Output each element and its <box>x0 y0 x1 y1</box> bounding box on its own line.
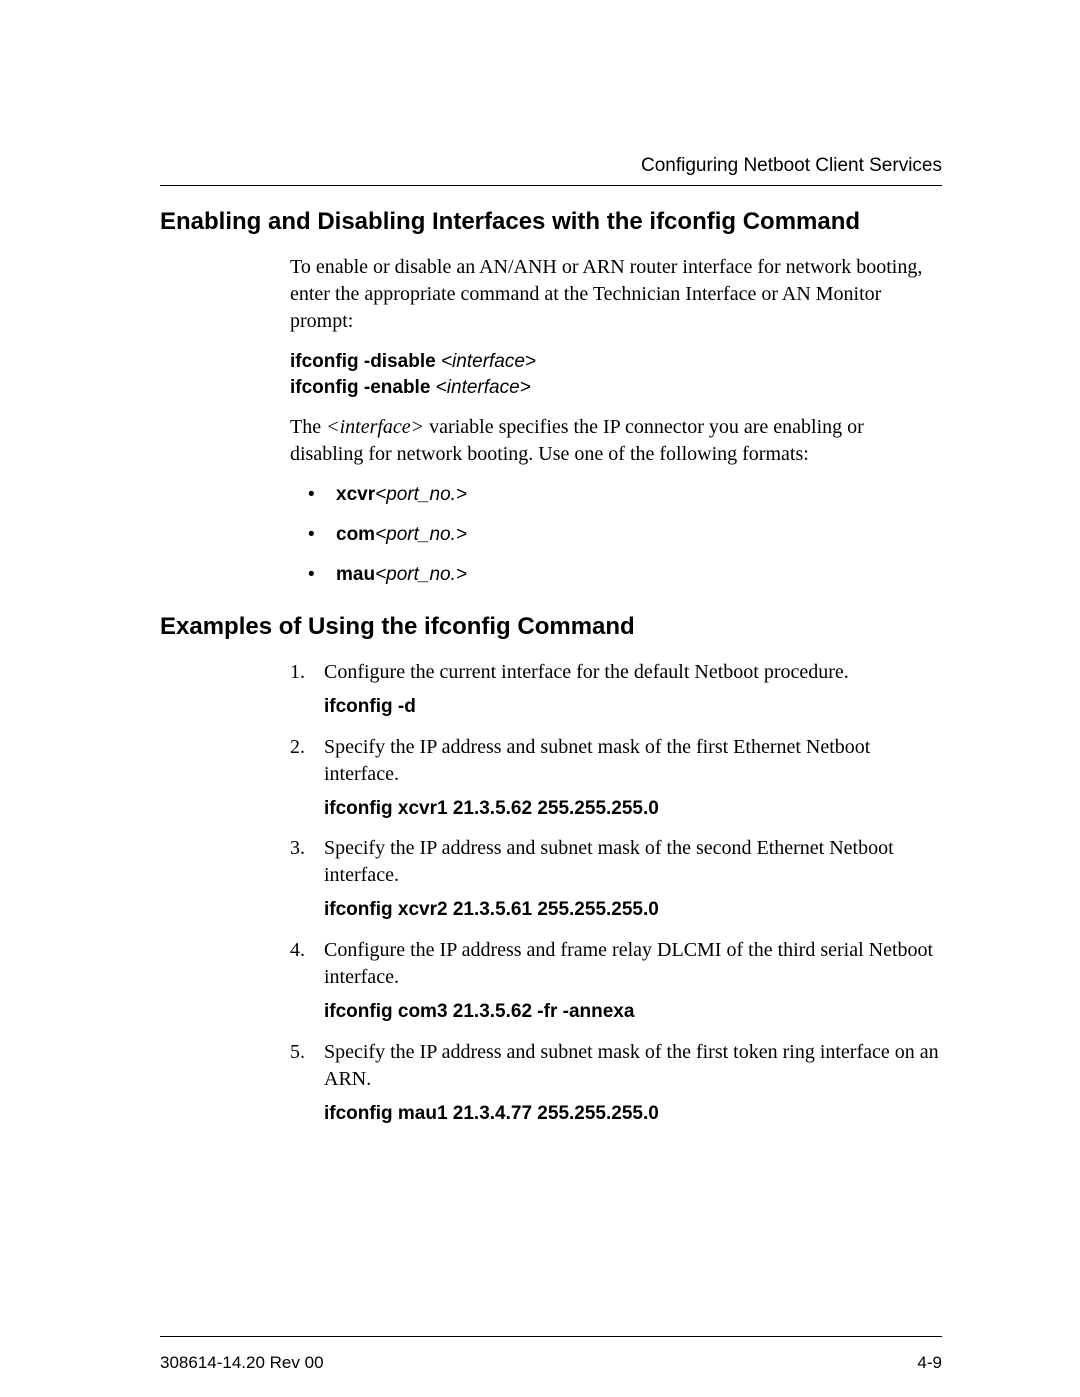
example-item: Configure the IP address and frame relay… <box>290 937 942 1025</box>
if-name: com <box>336 524 375 545</box>
explain-var: <interface> <box>326 416 424 438</box>
running-header: Configuring Netboot Client Services <box>160 155 942 177</box>
example-text: Configure the current interface for the … <box>324 659 942 686</box>
example-item: Specify the IP address and subnet mask o… <box>290 734 942 822</box>
cmd-enable-arg: <interface> <box>430 377 530 398</box>
list-item: com<port_no.> <box>290 522 942 548</box>
interface-explanation: The <interface> variable specifies the I… <box>290 414 942 468</box>
example-command: ifconfig xcvr1 21.3.5.62 255.255.255.0 <box>324 796 942 822</box>
interface-format-list: xcvr<port_no.> com<port_no.> mau<port_no… <box>290 482 942 587</box>
footer-doc-id: 308614-14.20 Rev 00 <box>160 1353 324 1373</box>
footer-page-number: 4-9 <box>917 1353 942 1373</box>
command-line-enable: ifconfig -enable <interface> <box>290 375 942 401</box>
example-command: ifconfig xcvr2 21.3.5.61 255.255.255.0 <box>324 897 942 923</box>
example-command: ifconfig com3 21.3.5.62 -fr -annexa <box>324 999 942 1025</box>
example-item: Specify the IP address and subnet mask o… <box>290 835 942 923</box>
example-text: Specify the IP address and subnet mask o… <box>324 1039 942 1093</box>
example-text: Configure the IP address and frame relay… <box>324 937 942 991</box>
intro-paragraph: To enable or disable an AN/ANH or ARN ro… <box>290 254 942 335</box>
if-port: <port_no.> <box>375 564 467 585</box>
if-port: <port_no.> <box>375 524 467 545</box>
example-text: Specify the IP address and subnet mask o… <box>324 734 942 788</box>
cmd-disable-keyword: ifconfig -disable <box>290 351 436 372</box>
example-text: Specify the IP address and subnet mask o… <box>324 835 942 889</box>
section-heading-enabling: Enabling and Disabling Interfaces with t… <box>160 208 942 236</box>
cmd-enable-keyword: ifconfig -enable <box>290 377 430 398</box>
example-item: Configure the current interface for the … <box>290 659 942 720</box>
example-command: ifconfig -d <box>324 694 942 720</box>
if-name: xcvr <box>336 484 375 505</box>
example-item: Specify the IP address and subnet mask o… <box>290 1039 942 1127</box>
section-heading-examples: Examples of Using the ifconfig Command <box>160 613 942 641</box>
section2-body: Configure the current interface for the … <box>290 659 942 1126</box>
page: Configuring Netboot Client Services Enab… <box>0 0 1080 1397</box>
page-footer: 308614-14.20 Rev 00 4-9 <box>160 1353 942 1373</box>
if-port: <port_no.> <box>375 484 467 505</box>
header-rule <box>160 185 942 186</box>
examples-list: Configure the current interface for the … <box>290 659 942 1126</box>
cmd-disable-arg: <interface> <box>436 351 536 372</box>
section1-body: To enable or disable an AN/ANH or ARN ro… <box>290 254 942 587</box>
explain-pre: The <box>290 416 326 438</box>
if-name: mau <box>336 564 375 585</box>
footer-rule <box>160 1336 942 1337</box>
command-line-disable: ifconfig -disable <interface> <box>290 349 942 375</box>
command-syntax-block: ifconfig -disable <interface> ifconfig -… <box>290 349 942 400</box>
example-command: ifconfig mau1 21.3.4.77 255.255.255.0 <box>324 1101 942 1127</box>
list-item: mau<port_no.> <box>290 562 942 588</box>
list-item: xcvr<port_no.> <box>290 482 942 508</box>
